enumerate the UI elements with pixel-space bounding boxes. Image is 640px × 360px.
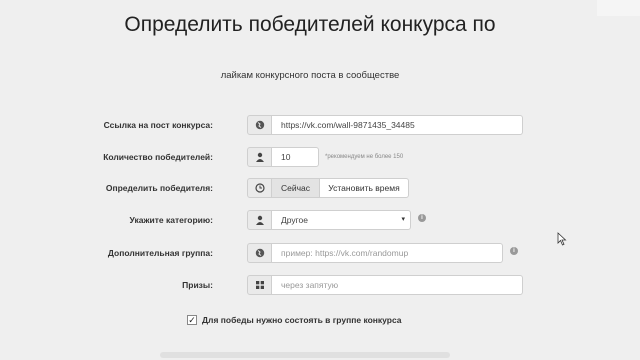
extra-group-input[interactable]: пример: https://vk.com/randomup: [272, 243, 503, 263]
mouse-cursor-icon: [557, 232, 567, 246]
set-time-button[interactable]: Установить время: [320, 178, 409, 198]
extra-group-label: Дополнительная группа:: [107, 248, 213, 258]
now-button[interactable]: Сейчас: [272, 178, 320, 198]
page-title: Определить победителей конкурса по: [124, 13, 496, 36]
category-label: Укажите категорию:: [129, 215, 213, 225]
caret-down-icon: ▾: [401, 216, 405, 223]
page-subtitle: лайкам конкурсного поста в сообществе: [220, 70, 400, 81]
info-icon[interactable]: i: [418, 214, 426, 222]
info-icon[interactable]: i: [510, 247, 518, 255]
category-select[interactable]: Другое ▾: [272, 210, 411, 230]
prizes-input[interactable]: через запятую: [272, 275, 523, 295]
post-link-label: Ссылка на пост конкурса:: [103, 120, 213, 130]
membership-checkbox[interactable]: ✓: [187, 315, 197, 325]
clock-icon: [247, 178, 272, 198]
winners-count-input[interactable]: 10: [272, 147, 319, 167]
bottom-text-blur: [160, 352, 450, 358]
gift-icon: [247, 275, 272, 295]
winners-count-hint: *рекомендуем не более 150: [325, 154, 404, 160]
category-selected-value: Другое: [281, 215, 309, 225]
window-corner-area: [597, 0, 640, 16]
user-icon: [247, 210, 272, 230]
post-link-input[interactable]: https://vk.com/wall-9871435_34485: [272, 115, 523, 135]
prizes-label: Призы:: [182, 280, 213, 290]
globe-icon: [247, 243, 272, 263]
globe-icon: [247, 115, 272, 135]
membership-label[interactable]: Для победы нужно состоять в группе конку…: [202, 315, 402, 325]
determine-winner-label: Определить победителя:: [105, 183, 213, 193]
winners-count-label: Количество победителей:: [103, 152, 213, 162]
user-icon: [247, 147, 272, 167]
